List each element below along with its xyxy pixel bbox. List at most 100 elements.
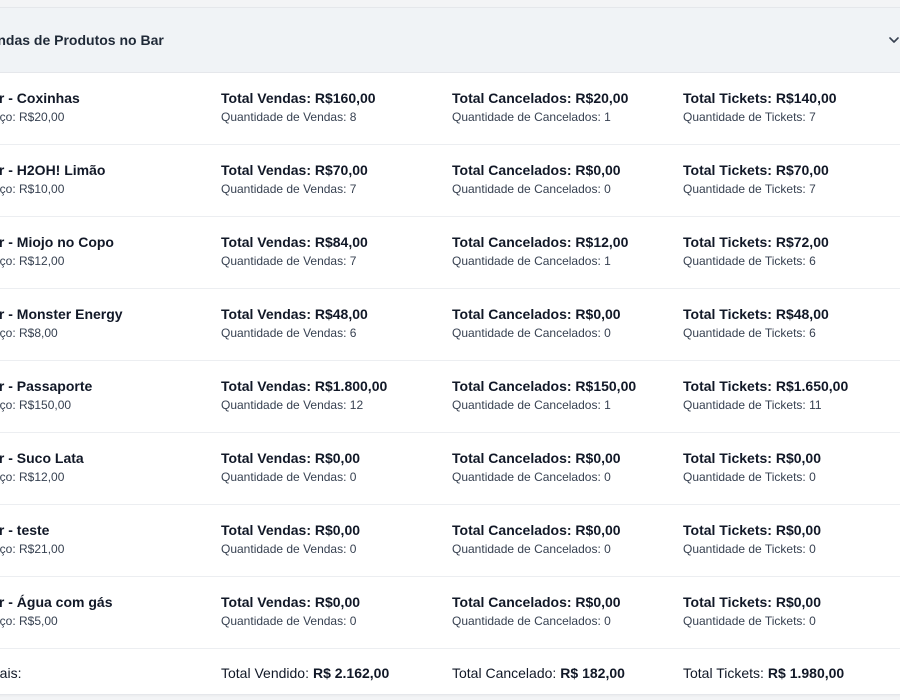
product-price: Preço: R$21,00 bbox=[0, 542, 65, 556]
product-price: Preço: R$10,00 bbox=[0, 182, 65, 196]
total-canceled-value: R$ 182,00 bbox=[560, 665, 625, 681]
tickets-quantity: Quantidade de Tickets: 6 bbox=[683, 326, 816, 340]
product-name: Bar - Miojo no Copo bbox=[0, 234, 114, 250]
total-canceled: Total Cancelados: R$150,00 bbox=[452, 378, 637, 394]
product-name: Bar - Monster Energy bbox=[0, 306, 123, 322]
sales-quantity: Quantidade de Vendas: 0 bbox=[221, 470, 357, 484]
total-canceled: Total Cancelados: R$12,00 bbox=[452, 234, 629, 250]
sales-quantity: Quantidade de Vendas: 0 bbox=[221, 614, 357, 628]
product-info: Bar - Água com gás Preço: R$5,00 bbox=[0, 593, 112, 629]
total-canceled-summary: Total Cancelado: R$ 182,00 bbox=[452, 665, 625, 681]
panel-header[interactable]: Vendas de Produtos no Bar bbox=[0, 8, 900, 73]
tickets-info: Total Tickets: R$0,00 Quantidade de Tick… bbox=[683, 449, 821, 485]
product-price: Preço: R$12,00 bbox=[0, 254, 65, 268]
total-tickets-summary: Total Tickets: R$ 1.980,00 bbox=[683, 665, 844, 681]
list-item: Bar - Passaporte Preço: R$150,00 Total V… bbox=[0, 361, 900, 433]
tickets-info: Total Tickets: R$1.650,00 Quantidade de … bbox=[683, 377, 848, 413]
total-tickets: Total Tickets: R$0,00 bbox=[683, 522, 821, 538]
sales-info: Total Vendas: R$70,00 Quantidade de Vend… bbox=[221, 161, 368, 197]
tickets-info: Total Tickets: R$72,00 Quantidade de Tic… bbox=[683, 233, 829, 269]
tickets-quantity: Quantidade de Tickets: 6 bbox=[683, 254, 816, 268]
product-list: Bar - Coxinhas Preço: R$20,00 Total Vend… bbox=[0, 73, 900, 699]
product-name: Bar - Água com gás bbox=[0, 594, 113, 610]
total-tickets: Total Tickets: R$72,00 bbox=[683, 234, 829, 250]
list-item: Bar - H2OH! Limão Preço: R$10,00 Total V… bbox=[0, 145, 900, 217]
tickets-quantity: Quantidade de Tickets: 0 bbox=[683, 470, 816, 484]
tickets-info: Total Tickets: R$70,00 Quantidade de Tic… bbox=[683, 161, 829, 197]
canceled-quantity: Quantidade de Cancelados: 1 bbox=[452, 254, 611, 268]
tickets-info: Total Tickets: R$48,00 Quantidade de Tic… bbox=[683, 305, 829, 341]
sales-quantity: Quantidade de Vendas: 8 bbox=[221, 110, 357, 124]
total-canceled: Total Cancelados: R$20,00 bbox=[452, 90, 629, 106]
product-info: Bar - Suco Lata Preço: R$12,00 bbox=[0, 449, 84, 485]
product-info: Bar - Passaporte Preço: R$150,00 bbox=[0, 377, 92, 413]
tickets-quantity: Quantidade de Tickets: 7 bbox=[683, 110, 816, 124]
list-item: Bar - Suco Lata Preço: R$12,00 Total Ven… bbox=[0, 433, 900, 505]
sales-info: Total Vendas: R$48,00 Quantidade de Vend… bbox=[221, 305, 368, 341]
product-info: Bar - H2OH! Limão Preço: R$10,00 bbox=[0, 161, 105, 197]
tickets-quantity: Quantidade de Tickets: 11 bbox=[683, 398, 822, 412]
canceled-quantity: Quantidade de Cancelados: 1 bbox=[452, 398, 611, 412]
total-tickets: Total Tickets: R$48,00 bbox=[683, 306, 829, 322]
sales-info: Total Vendas: R$1.800,00 Quantidade de V… bbox=[221, 377, 387, 413]
product-name: Bar - teste bbox=[0, 522, 50, 538]
totals-label: Totais: bbox=[0, 665, 22, 681]
sales-quantity: Quantidade de Vendas: 7 bbox=[221, 254, 357, 268]
tickets-info: Total Tickets: R$0,00 Quantidade de Tick… bbox=[683, 593, 821, 629]
sales-quantity: Quantidade de Vendas: 0 bbox=[221, 542, 357, 556]
product-price: Preço: R$8,00 bbox=[0, 326, 58, 340]
canceled-info: Total Cancelados: R$12,00 Quantidade de … bbox=[452, 233, 628, 269]
product-price: Preço: R$20,00 bbox=[0, 110, 65, 124]
bar-sales-panel: Vendas de Produtos no Bar Bar - Coxinhas… bbox=[0, 7, 900, 695]
total-tickets: Total Tickets: R$1.650,00 bbox=[683, 378, 849, 394]
list-item: Bar - Monster Energy Preço: R$8,00 Total… bbox=[0, 289, 900, 361]
total-canceled: Total Cancelados: R$0,00 bbox=[452, 522, 621, 538]
total-sales: Total Vendas: R$84,00 bbox=[221, 234, 368, 250]
chevron-down-icon[interactable] bbox=[887, 33, 900, 47]
canceled-info: Total Cancelados: R$0,00 Quantidade de C… bbox=[452, 305, 621, 341]
canceled-info: Total Cancelados: R$0,00 Quantidade de C… bbox=[452, 161, 621, 197]
product-price: Preço: R$150,00 bbox=[0, 398, 72, 412]
product-name: Bar - Suco Lata bbox=[0, 450, 84, 466]
total-canceled: Total Cancelados: R$0,00 bbox=[452, 162, 621, 178]
total-tickets-value: R$ 1.980,00 bbox=[767, 665, 845, 681]
product-info: Bar - Monster Energy Preço: R$8,00 bbox=[0, 305, 123, 341]
total-sold-value: R$ 2.162,00 bbox=[312, 665, 390, 681]
total-sold: Total Vendido: R$ 2.162,00 bbox=[221, 665, 389, 681]
product-info: Bar - teste Preço: R$21,00 bbox=[0, 521, 64, 557]
canceled-quantity: Quantidade de Cancelados: 0 bbox=[452, 470, 611, 484]
sales-info: Total Vendas: R$0,00 Quantidade de Venda… bbox=[221, 521, 360, 557]
total-tickets: Total Tickets: R$0,00 bbox=[683, 594, 821, 610]
tickets-quantity: Quantidade de Tickets: 7 bbox=[683, 182, 816, 196]
canceled-info: Total Cancelados: R$20,00 Quantidade de … bbox=[452, 89, 628, 125]
panel-title: Vendas de Produtos no Bar bbox=[0, 32, 164, 48]
product-name: Bar - H2OH! Limão bbox=[0, 162, 106, 178]
total-canceled: Total Cancelados: R$0,00 bbox=[452, 594, 621, 610]
tickets-quantity: Quantidade de Tickets: 0 bbox=[683, 614, 816, 628]
list-item: Bar - Miojo no Copo Preço: R$12,00 Total… bbox=[0, 217, 900, 289]
product-name: Bar - Coxinhas bbox=[0, 90, 80, 106]
product-price: Preço: R$5,00 bbox=[0, 614, 58, 628]
total-sales: Total Vendas: R$0,00 bbox=[221, 522, 361, 538]
canceled-info: Total Cancelados: R$0,00 Quantidade de C… bbox=[452, 593, 621, 629]
total-canceled: Total Cancelados: R$0,00 bbox=[452, 306, 621, 322]
total-sales: Total Vendas: R$48,00 bbox=[221, 306, 368, 322]
list-item: Bar - teste Preço: R$21,00 Total Vendas:… bbox=[0, 505, 900, 577]
canceled-quantity: Quantidade de Cancelados: 0 bbox=[452, 542, 611, 556]
canceled-quantity: Quantidade de Cancelados: 0 bbox=[452, 326, 611, 340]
total-sold-label: Total Vendido: bbox=[221, 665, 309, 681]
total-sales: Total Vendas: R$70,00 bbox=[221, 162, 368, 178]
tickets-info: Total Tickets: R$0,00 Quantidade de Tick… bbox=[683, 521, 821, 557]
tickets-info: Total Tickets: R$140,00 Quantidade de Ti… bbox=[683, 89, 837, 125]
canceled-info: Total Cancelados: R$0,00 Quantidade de C… bbox=[452, 521, 621, 557]
sales-quantity: Quantidade de Vendas: 7 bbox=[221, 182, 357, 196]
total-sales: Total Vendas: R$1.800,00 bbox=[221, 378, 388, 394]
total-sales: Total Vendas: R$0,00 bbox=[221, 594, 361, 610]
product-info: Bar - Miojo no Copo Preço: R$12,00 bbox=[0, 233, 114, 269]
product-price: Preço: R$12,00 bbox=[0, 470, 65, 484]
total-canceled-label: Total Cancelado: bbox=[452, 665, 557, 681]
total-tickets-label: Total Tickets: bbox=[683, 665, 764, 681]
total-sales: Total Vendas: R$160,00 bbox=[221, 90, 376, 106]
sales-quantity: Quantidade de Vendas: 12 bbox=[221, 398, 364, 412]
canceled-quantity: Quantidade de Cancelados: 0 bbox=[452, 614, 611, 628]
